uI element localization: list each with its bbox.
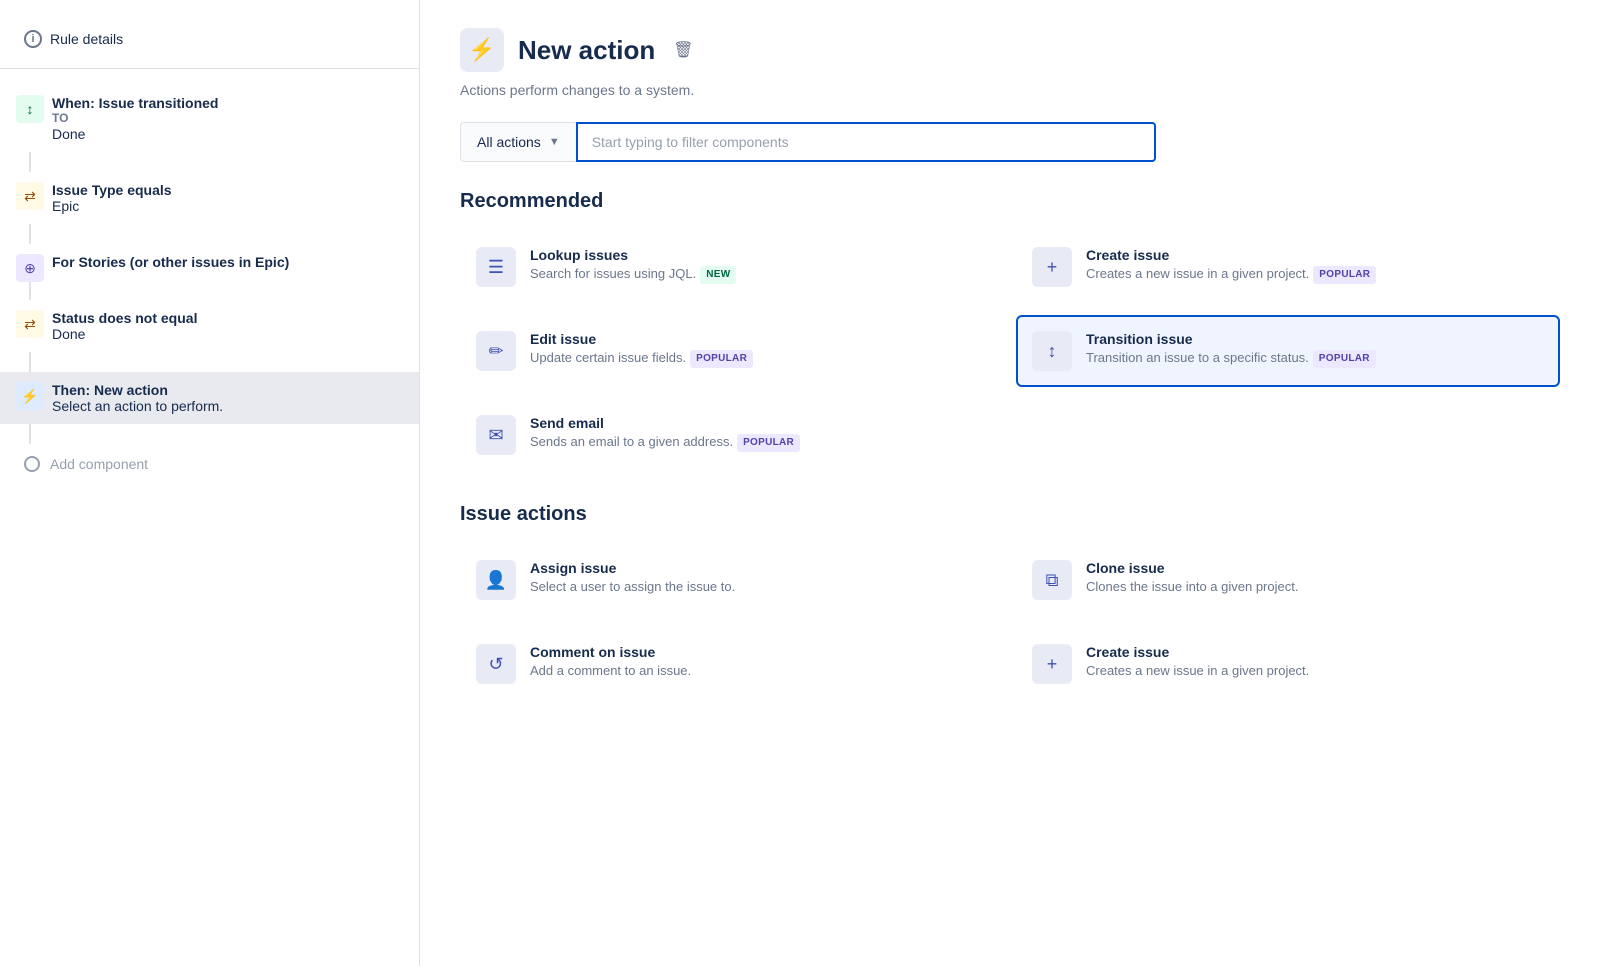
action-grid-issue-actions: 👤 Assign issue Select a user to assign the…	[460, 544, 1560, 700]
new-action-icon: ⚡	[460, 28, 504, 72]
action-icon-transition-issue: ↕	[1032, 331, 1072, 371]
connector-line	[29, 280, 31, 300]
sidebar-item-when[interactable]: ↕ When: Issue transitionedTODone	[0, 85, 419, 152]
action-desc-comment-on-issue: Add a comment to an issue.	[530, 662, 988, 680]
filter-row: All actions ▼	[460, 122, 1560, 162]
action-title-create-issue-2: Create issue	[1086, 644, 1544, 660]
action-content-create-issue-2: Create issue Creates a new issue in a giv…	[1086, 644, 1544, 680]
sidebar-item-value-when: Done	[52, 126, 395, 142]
section-title-recommended: Recommended	[460, 190, 1560, 213]
action-icon-assign-issue: 👤	[476, 560, 516, 600]
action-content-send-email: Send email Sends an email to a given addr…	[530, 415, 988, 452]
action-title-transition-issue: Transition issue	[1086, 331, 1544, 347]
add-component-label: Add component	[50, 456, 148, 472]
sidebar-item-action[interactable]: ⚡ Then: New actionSelect an action to per…	[0, 372, 419, 424]
sidebar-item-title-action: Then: New action	[52, 382, 395, 398]
sidebar-item-icon-for: ⊕	[16, 254, 44, 282]
action-title-edit-issue: Edit issue	[530, 331, 988, 347]
action-title-send-email: Send email	[530, 415, 988, 431]
action-card-assign-issue[interactable]: 👤 Assign issue Select a user to assign the…	[460, 544, 1004, 616]
action-badge-create-issue: POPULAR	[1313, 266, 1376, 284]
action-title-comment-on-issue: Comment on issue	[530, 644, 988, 660]
add-component-circle-icon	[24, 456, 40, 472]
sidebar-item-title-condition2: Status does not equal	[52, 310, 395, 326]
rule-details-item[interactable]: i Rule details	[0, 20, 419, 69]
action-content-assign-issue: Assign issue Select a user to assign the …	[530, 560, 988, 596]
action-icon-lookup-issues: ☰	[476, 247, 516, 287]
section-title-issue-actions: Issue actions	[460, 503, 1560, 526]
sidebar-item-value-condition1: Epic	[52, 198, 395, 214]
filter-input[interactable]	[576, 122, 1156, 162]
action-title-assign-issue: Assign issue	[530, 560, 988, 576]
action-badge-send-email: POPULAR	[737, 434, 800, 452]
chevron-down-icon: ▼	[549, 136, 560, 148]
action-desc-send-email: Sends an email to a given address.POPULA…	[530, 433, 988, 452]
action-desc-create-issue: Creates a new issue in a given project.P…	[1086, 265, 1544, 284]
action-card-transition-issue[interactable]: ↕ Transition issue Transition an issue to …	[1016, 315, 1560, 387]
action-content-comment-on-issue: Comment on issue Add a comment to an issu…	[530, 644, 988, 680]
action-icon-edit-issue: ✏	[476, 331, 516, 371]
sidebar-item-icon-when: ↕	[16, 95, 44, 123]
action-desc-edit-issue: Update certain issue fields.POPULAR	[530, 349, 988, 368]
action-icon-send-email: ✉	[476, 415, 516, 455]
sidebar-item-icon-condition1: ⇄	[16, 182, 44, 210]
sidebar-item-title-for: For Stories (or other issues in Epic)	[52, 254, 395, 270]
action-content-create-issue: Create issue Creates a new issue in a giv…	[1086, 247, 1544, 284]
action-card-send-email[interactable]: ✉ Send email Sends an email to a given add…	[460, 399, 1004, 471]
sidebar-item-value-condition2: Done	[52, 326, 395, 342]
all-actions-dropdown[interactable]: All actions ▼	[460, 122, 576, 162]
action-card-edit-issue[interactable]: ✏ Edit issue Update certain issue fields.P…	[460, 315, 1004, 387]
action-desc-lookup-issues: Search for issues using JQL.NEW	[530, 265, 988, 284]
action-title-create-issue: Create issue	[1086, 247, 1544, 263]
action-grid-recommended: ☰ Lookup issues Search for issues using JQ…	[460, 231, 1560, 471]
action-card-clone-issue[interactable]: ⧉ Clone issue Clones the issue into a give…	[1016, 544, 1560, 616]
action-title-clone-issue: Clone issue	[1086, 560, 1544, 576]
action-card-create-issue[interactable]: + Create issue Creates a new issue in a gi…	[1016, 231, 1560, 303]
action-icon-comment-on-issue: ↺	[476, 644, 516, 684]
sidebar-item-icon-action: ⚡	[16, 382, 44, 410]
action-badge-transition-issue: POPULAR	[1313, 350, 1376, 368]
info-icon: i	[24, 30, 42, 48]
action-content-clone-issue: Clone issue Clones the issue into a given…	[1086, 560, 1544, 596]
connector-line	[29, 352, 31, 372]
action-card-lookup-issues[interactable]: ☰ Lookup issues Search for issues using JQ…	[460, 231, 1004, 303]
action-card-create-issue-2[interactable]: + Create issue Creates a new issue in a gi…	[1016, 628, 1560, 700]
action-content-edit-issue: Edit issue Update certain issue fields.PO…	[530, 331, 988, 368]
section-recommended: Recommended ☰ Lookup issues Search for issu…	[460, 190, 1560, 471]
action-content-lookup-issues: Lookup issues Search for issues using JQL…	[530, 247, 988, 284]
sidebar-item-for[interactable]: ⊕ For Stories (or other issues in Epic)	[0, 244, 419, 280]
sidebar-item-sub-when: TO	[52, 111, 395, 125]
sidebar-item-title-when: When: Issue transitioned	[52, 95, 395, 111]
action-badge-edit-issue: POPULAR	[690, 350, 753, 368]
delete-icon[interactable]: 🗑	[673, 40, 693, 60]
action-title-lookup-issues: Lookup issues	[530, 247, 988, 263]
action-desc-transition-issue: Transition an issue to a specific status…	[1086, 349, 1544, 368]
action-icon-clone-issue: ⧉	[1032, 560, 1072, 600]
connector-line	[29, 224, 31, 244]
page-title: New action	[518, 35, 655, 66]
main-header: ⚡ New action 🗑	[460, 28, 1560, 72]
add-component-button[interactable]: Add component	[0, 444, 419, 484]
action-icon-create-issue: +	[1032, 247, 1072, 287]
action-desc-clone-issue: Clones the issue into a given project.	[1086, 578, 1544, 596]
sidebar-item-condition1[interactable]: ⇄ Issue Type equalsEpic	[0, 172, 419, 224]
action-icon-create-issue-2: +	[1032, 644, 1072, 684]
section-issue-actions: Issue actions 👤 Assign issue Select a user …	[460, 503, 1560, 700]
subtitle: Actions perform changes to a system.	[460, 82, 1560, 98]
connector-line	[29, 424, 31, 444]
action-card-comment-on-issue[interactable]: ↺ Comment on issue Add a comment to an iss…	[460, 628, 1004, 700]
sidebar-item-condition2[interactable]: ⇄ Status does not equalDone	[0, 300, 419, 352]
sidebar-item-title-condition1: Issue Type equals	[52, 182, 395, 198]
connector-line	[29, 152, 31, 172]
main-content: ⚡ New action 🗑 Actions perform changes t…	[420, 0, 1600, 966]
action-desc-create-issue-2: Creates a new issue in a given project.	[1086, 662, 1544, 680]
rule-details-label: Rule details	[50, 31, 123, 47]
dropdown-label: All actions	[477, 134, 541, 150]
sidebar-item-value-action: Select an action to perform.	[52, 398, 395, 414]
sidebar: i Rule details ↕ When: Issue transitioned…	[0, 0, 420, 966]
action-desc-assign-issue: Select a user to assign the issue to.	[530, 578, 988, 596]
sidebar-item-icon-condition2: ⇄	[16, 310, 44, 338]
action-badge-lookup-issues: NEW	[700, 266, 736, 284]
action-content-transition-issue: Transition issue Transition an issue to a…	[1086, 331, 1544, 368]
